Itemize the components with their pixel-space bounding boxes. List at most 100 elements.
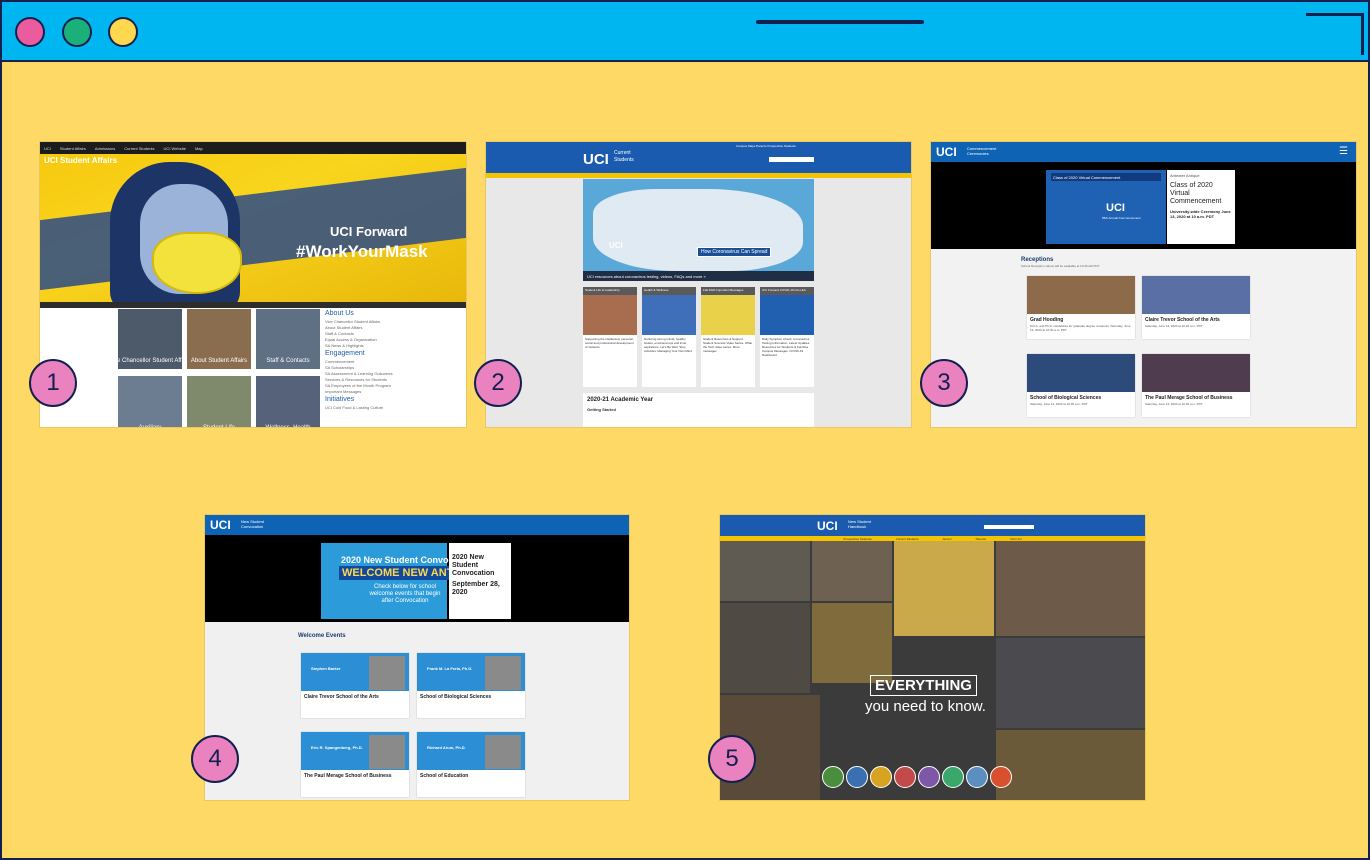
card-title: Claire Trevor School of the Arts: [304, 694, 379, 700]
search-input[interactable]: [984, 525, 1034, 529]
screenshot-current-students[interactable]: UCI Current Students Campus Maps Parents…: [486, 142, 911, 427]
nav-item[interactable]: Current Students: [896, 537, 919, 541]
info-card[interactable]: Fall 2020 Important Messages Student Res…: [701, 287, 755, 387]
nav-item[interactable]: Alumni: [942, 537, 951, 541]
minimize-dot[interactable]: [62, 17, 92, 47]
card-title: The Paul Merage School of Business: [304, 773, 392, 779]
event-card[interactable]: Frank M. La Ferla, Ph.D. School of Biolo…: [417, 653, 525, 718]
uci-logo[interactable]: UCI: [583, 151, 609, 168]
dining-icon[interactable]: [966, 766, 988, 788]
card-text: Supporting the intellectual, personal, s…: [585, 337, 634, 349]
health-icon[interactable]: [894, 766, 916, 788]
card-date: Saturday, June 13, 2020 at 10:30 a.m. PD…: [1145, 402, 1203, 406]
tile-staff[interactable]: Staff & Contacts: [256, 309, 320, 369]
screenshot-student-affairs[interactable]: UCI Student Affairs Admissions Current S…: [40, 142, 466, 427]
uci-logo[interactable]: UCI: [817, 519, 838, 533]
event-card[interactable]: Stephen Barker Claire Trevor School of t…: [301, 653, 409, 718]
close-dot[interactable]: [15, 17, 45, 47]
hero-caption: [40, 302, 466, 308]
reception-card[interactable]: School of Biological Sciences Saturday, …: [1027, 354, 1135, 417]
video-logo: UCI: [1106, 202, 1125, 214]
info-date: September 28, 2020: [452, 581, 500, 596]
card-image: [760, 295, 814, 335]
tile-wellness[interactable]: Wellness, Health: [256, 376, 320, 427]
student-services-icon[interactable]: [870, 766, 892, 788]
card-image: [1142, 276, 1250, 314]
nav-item[interactable]: Student Affairs: [60, 146, 86, 151]
nav-item[interactable]: Admissions: [95, 146, 115, 151]
maximize-dot[interactable]: [108, 17, 138, 47]
video-section: 2020 New Student Convocation WELCOME NEW…: [205, 535, 629, 622]
mosaic-photo: [996, 638, 1145, 728]
screenshot-commencement[interactable]: UCI Commencement Ceremonies ☰ Class of 2…: [931, 142, 1356, 427]
card-photo: [485, 735, 521, 769]
site-subtitle: Commencement Ceremonies: [967, 146, 996, 156]
nav-item[interactable]: Parents: [976, 537, 986, 541]
tile-vice-chancellor[interactable]: Vice Chancellor Student Affairs: [109, 309, 191, 369]
hero-map[interactable]: UCI How Coronavirus Can Spread: [583, 179, 814, 281]
uci-logo[interactable]: UCI: [936, 145, 957, 159]
video-player[interactable]: 2020 New Student Convocation WELCOME NEW…: [321, 543, 504, 619]
card-title: The Paul Merage School of Business: [1145, 395, 1233, 401]
card-title: Claire Trevor School of the Arts: [1145, 317, 1220, 323]
info-card[interactable]: UCI Forward COVID-19 Info Hub Daily Symp…: [760, 287, 814, 387]
reception-card[interactable]: The Paul Merage School of Business Satur…: [1142, 354, 1250, 417]
search-input[interactable]: [769, 157, 814, 162]
mosaic-photo: [812, 603, 892, 683]
card-title: UCI Forward COVID-19 Info Hub: [760, 287, 814, 295]
reception-card[interactable]: Claire Trevor School of the Arts Saturda…: [1142, 276, 1250, 339]
campus-life-icon[interactable]: [918, 766, 940, 788]
card-title: School of Biological Sciences: [420, 694, 492, 700]
header-links[interactable]: Campus Maps Parents Prospective Students: [736, 144, 796, 148]
academic-year-section: 2020-21 Academic Year Getting Started: [583, 393, 814, 427]
reception-card[interactable]: Grad Hooding M.F.A. and Ph.D. candidates…: [1027, 276, 1135, 339]
card-image: [583, 295, 637, 335]
card-row: Student Life & Leadership Supporting the…: [583, 287, 814, 387]
badge-5: 5: [708, 735, 756, 783]
card-banner: Frank M. La Ferla, Ph.D.: [417, 653, 525, 691]
nav-item[interactable]: UCI: [44, 146, 51, 151]
info-card[interactable]: Health & Wellness Nurturing strong minds…: [642, 287, 696, 387]
card-title: Fall 2020 Important Messages: [701, 287, 755, 295]
housing-icon[interactable]: [942, 766, 964, 788]
card-date: Saturday, June 13, 2020 at 10:30 a.m. PD…: [1030, 402, 1088, 406]
tile-about[interactable]: About Student Affairs: [187, 309, 251, 369]
nav-item[interactable]: Map: [195, 146, 203, 151]
card-person: Stephen Barker: [311, 666, 341, 671]
finances-icon[interactable]: [822, 766, 844, 788]
hero-caption[interactable]: UCI resources about coronavirus testing,…: [583, 271, 814, 281]
info-card[interactable]: Student Life & Leadership Supporting the…: [583, 287, 637, 387]
academics-icon[interactable]: [846, 766, 868, 788]
info-top: Anteater Antique: [1170, 173, 1200, 178]
nav-item[interactable]: UCI Website: [164, 146, 186, 151]
side-link[interactable]: UCI Cold Food & Lasting Culture: [325, 405, 465, 411]
photo-mosaic: EVERYTHING you need to know.: [720, 541, 1145, 800]
hamburger-menu-icon[interactable]: ☰: [1339, 146, 1348, 157]
safety-icon[interactable]: [990, 766, 1012, 788]
card-title: Grad Hooding: [1030, 317, 1064, 323]
info-sub: University-wide Ceremony June 13, 2020 a…: [1170, 209, 1231, 219]
uci-logo[interactable]: UCI: [210, 518, 231, 532]
screenshot-convocation[interactable]: UCI New Student Convocation 2020 New Stu…: [205, 515, 629, 800]
map-logo: UCI: [609, 241, 623, 250]
hero-hashtag: #WorkYourMask: [296, 242, 428, 261]
nav-item[interactable]: Prospective Students: [843, 537, 871, 541]
info-title: 2020 New Student Convocation: [452, 554, 495, 577]
subtitle-line: Handbook: [848, 524, 867, 529]
nav-item[interactable]: Visit UCI: [1010, 537, 1022, 541]
screenshot-handbook[interactable]: UCI New Student Handbook Prospective Stu…: [720, 515, 1145, 800]
event-card[interactable]: Eric R. Spangenberg, Ph.D. The Paul Mera…: [301, 732, 409, 797]
section-subtitle: Getting Started: [587, 407, 616, 412]
initiatives-heading: Initiatives: [325, 396, 355, 403]
engagement-heading: Engagement: [325, 350, 365, 357]
site-brand[interactable]: UCI Student Affairs: [44, 156, 117, 165]
event-card[interactable]: Richard Arum, Ph.D. School of Education: [417, 732, 525, 797]
title-placeholder-line: [756, 20, 924, 24]
nav-item[interactable]: Current Students: [124, 146, 154, 151]
tile-auxiliary[interactable]: Auxiliary: [118, 376, 182, 427]
site-header: UCI New Student Handbook: [720, 515, 1145, 536]
site-subtitle: New Student Convocation: [241, 519, 264, 529]
video-player[interactable]: Class of 2020 Virtual Commencement UCI 5…: [1046, 170, 1166, 244]
badge-4: 4: [191, 735, 239, 783]
tile-student-life[interactable]: Student Life: [187, 376, 251, 427]
